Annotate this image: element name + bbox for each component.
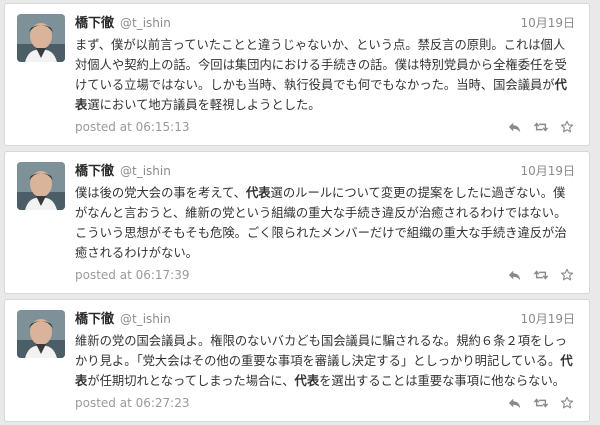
tweet-actions bbox=[507, 395, 575, 411]
tweet-footer: posted at 06:27:23 bbox=[75, 393, 575, 413]
avatar[interactable] bbox=[17, 310, 65, 358]
reply-icon[interactable] bbox=[507, 395, 523, 411]
tweet-text: まず、僕が以前言っていたことと違うじゃないか、という点。禁反言の原則。これは個人… bbox=[75, 35, 573, 115]
posted-timestamp[interactable]: posted at 06:17:39 bbox=[75, 268, 190, 282]
tweet-card: 橋下徹 @t_ishin 10月19日 維新の党の国会議員よ。権限のないバカども… bbox=[4, 299, 590, 422]
tweet-text: 維新の党の国会議員よ。権限のないバカども国会議員に騙されるな。規約６条２項をしっ… bbox=[75, 331, 573, 391]
tweet-header: 橋下徹 @t_ishin 10月19日 bbox=[75, 160, 575, 180]
star-icon[interactable] bbox=[559, 395, 575, 411]
retweet-icon[interactable] bbox=[533, 119, 549, 135]
tweet-date[interactable]: 10月19日 bbox=[520, 162, 575, 179]
tweet-actions bbox=[507, 119, 575, 135]
tweet-text-segment: 維新の党の国会議員よ。権限のないバカども国会議員に騙されるな。規約６条２項をしっ… bbox=[75, 334, 567, 368]
tweet-text-segment-bold: 代表 bbox=[294, 374, 320, 388]
tweet-card: 橋下徹 @t_ishin 10月19日 まず、僕が以前言っていたことと違うじゃな… bbox=[4, 3, 590, 146]
reply-icon[interactable] bbox=[507, 119, 523, 135]
retweet-icon[interactable] bbox=[533, 267, 549, 283]
tweet-footer: posted at 06:15:13 bbox=[75, 117, 575, 137]
user-handle[interactable]: @t_ishin bbox=[120, 164, 171, 178]
tweet-text-segment: が任期切れとなってしまった場合に、 bbox=[87, 374, 295, 388]
user-name[interactable]: 橋下徹 bbox=[75, 308, 114, 327]
tweet-date[interactable]: 10月19日 bbox=[520, 310, 575, 327]
posted-timestamp[interactable]: posted at 06:15:13 bbox=[75, 120, 190, 134]
avatar[interactable] bbox=[17, 162, 65, 210]
tweet-text-segment: 僕は後の党大会の事を考えて、 bbox=[75, 186, 246, 200]
tweet-date[interactable]: 10月19日 bbox=[520, 14, 575, 31]
tweet-text-segment: 選において地方議員を軽視しようとした。 bbox=[87, 98, 321, 112]
star-icon[interactable] bbox=[559, 119, 575, 135]
tweet-text-segment: まず、僕が以前言っていたことと違うじゃないか、という点。禁反言の原則。これは個人… bbox=[75, 38, 567, 92]
tweet-actions bbox=[507, 267, 575, 283]
user-name[interactable]: 橋下徹 bbox=[75, 12, 114, 31]
tweet-header: 橋下徹 @t_ishin 10月19日 bbox=[75, 308, 575, 328]
tweet-footer: posted at 06:17:39 bbox=[75, 265, 575, 285]
posted-timestamp[interactable]: posted at 06:27:23 bbox=[75, 396, 190, 410]
tweet-text-segment-bold: 代表 bbox=[245, 186, 271, 200]
user-name[interactable]: 橋下徹 bbox=[75, 160, 114, 179]
reply-icon[interactable] bbox=[507, 267, 523, 283]
tweet-card: 橋下徹 @t_ishin 10月19日 僕は後の党大会の事を考えて、代表選のルー… bbox=[4, 151, 590, 294]
tweet-text: 僕は後の党大会の事を考えて、代表選のルールについて変更の提案をしたに過ぎない。僕… bbox=[75, 183, 573, 263]
avatar[interactable] bbox=[17, 14, 65, 62]
user-handle[interactable]: @t_ishin bbox=[120, 312, 171, 326]
user-handle[interactable]: @t_ishin bbox=[120, 16, 171, 30]
tweet-header: 橋下徹 @t_ishin 10月19日 bbox=[75, 12, 575, 32]
star-icon[interactable] bbox=[559, 267, 575, 283]
retweet-icon[interactable] bbox=[533, 395, 549, 411]
tweet-feed: 橋下徹 @t_ishin 10月19日 まず、僕が以前言っていたことと違うじゃな… bbox=[4, 3, 590, 425]
tweet-text-segment: を選出することは重要な事項に他ならない。 bbox=[319, 374, 566, 388]
